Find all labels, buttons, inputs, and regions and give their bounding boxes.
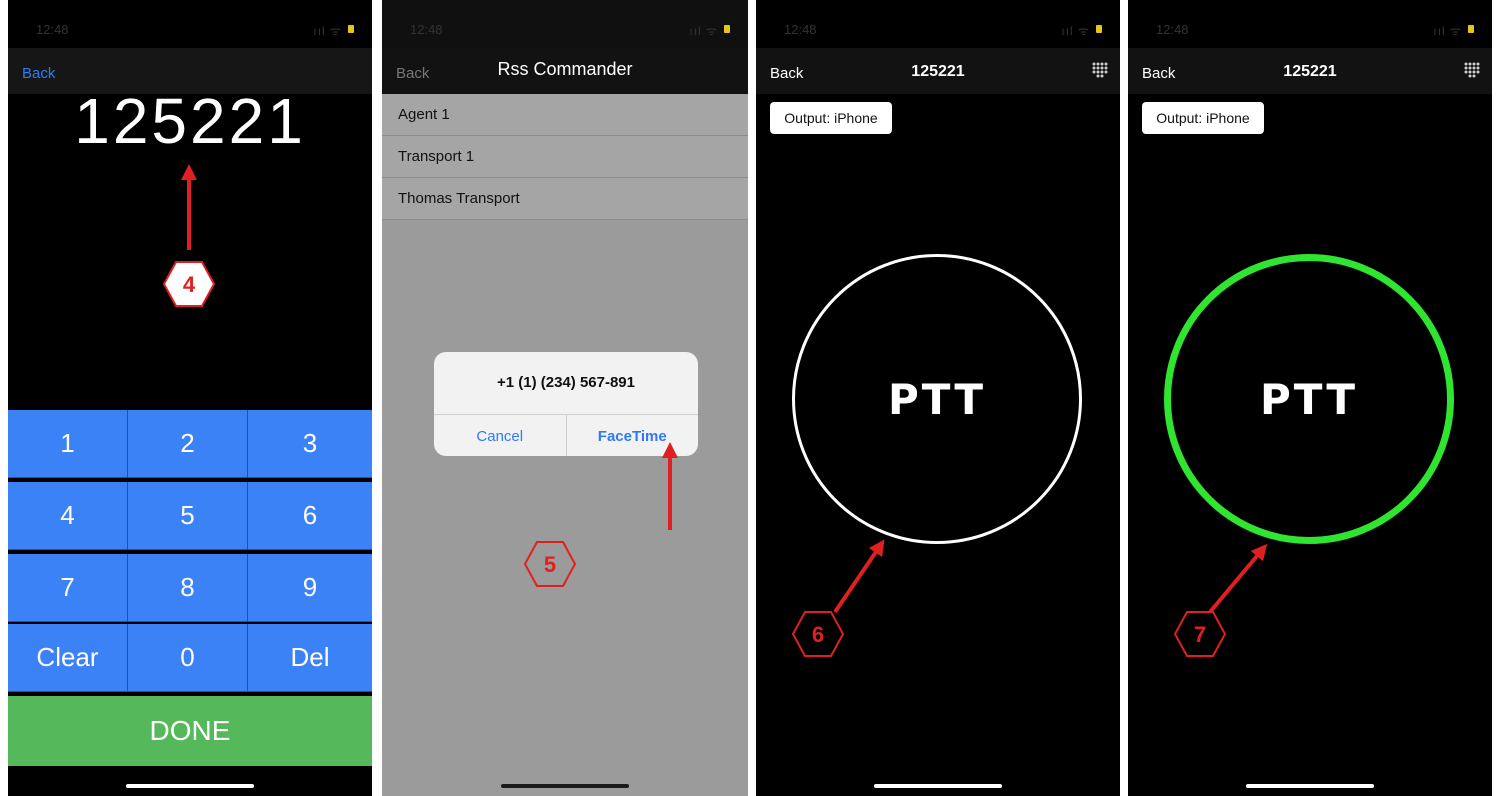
phone-screen-ptt-idle: 12:48 ııl ᯤ Back 125221 Output: iPhone P…: [756, 0, 1120, 796]
battery-icon: [1096, 25, 1102, 33]
dialog-phone-number: +1 (1) (234) 567-891: [496, 373, 635, 391]
signal-icon: ııl ᯤ: [1061, 24, 1090, 38]
status-bar: 12:48 ııl ᯤ: [1128, 0, 1492, 48]
clear-key[interactable]: Clear: [8, 624, 128, 692]
home-indicator: [1246, 784, 1374, 788]
key-8[interactable]: 8: [128, 554, 248, 622]
status-bar: 12:48 ııl ᯤ: [756, 0, 1120, 48]
keypad-icon[interactable]: [1092, 62, 1108, 80]
nav-bar: Back 125221: [756, 48, 1120, 94]
key-6[interactable]: 6: [248, 482, 372, 550]
status-bar: 12:48 ııl ᯤ: [8, 0, 372, 48]
status-time: 12:48: [784, 22, 817, 37]
status-time: 12:48: [410, 22, 443, 37]
key-3[interactable]: 3: [248, 410, 372, 478]
home-indicator: [126, 784, 254, 788]
key-4[interactable]: 4: [8, 482, 128, 550]
contact-list: Agent 1 Transport 1 Thomas Transport: [382, 94, 748, 220]
output-select-button[interactable]: Output: iPhone: [770, 102, 892, 134]
battery-icon: [1468, 25, 1474, 33]
key-5[interactable]: 5: [128, 482, 248, 550]
delete-key[interactable]: Del: [248, 624, 372, 692]
signal-icon: ııl ᯤ: [1433, 24, 1462, 38]
phone-screen-code-entry: 12:48 ııl ᯤ Back 125221 1 2 3 4 5 6 7 8 …: [8, 0, 372, 796]
home-indicator: [874, 784, 1002, 788]
nav-title: Rss Commander: [497, 59, 633, 79]
status-time: 12:48: [36, 22, 69, 37]
dialog-actions: Cancel FaceTime: [434, 414, 698, 456]
key-2[interactable]: 2: [128, 410, 248, 478]
battery-icon: [724, 25, 730, 33]
key-0[interactable]: 0: [128, 624, 248, 692]
code-display: 125221: [74, 85, 306, 157]
cancel-button[interactable]: Cancel: [434, 415, 566, 456]
status-bar: 12:48 ııl ᯤ: [382, 0, 748, 48]
phone-screen-ptt-active: 12:48 ııl ᯤ Back 125221 Output: iPhone P…: [1128, 0, 1492, 796]
battery-icon: [348, 25, 354, 33]
call-dialog: +1 (1) (234) 567-891 Cancel FaceTime: [434, 352, 698, 456]
signal-icon: ııl ᯤ: [689, 24, 718, 38]
contact-row[interactable]: Thomas Transport: [382, 178, 748, 220]
nav-bar: Back Rss Commander: [382, 48, 748, 94]
facetime-button[interactable]: FaceTime: [565, 415, 699, 456]
ptt-label: PTT: [1259, 374, 1359, 424]
nav-title: 125221: [1283, 63, 1337, 80]
status-time: 12:48: [1156, 22, 1189, 37]
keypad-icon[interactable]: [1464, 62, 1480, 80]
key-9[interactable]: 9: [248, 554, 372, 622]
key-7[interactable]: 7: [8, 554, 128, 622]
nav-title: 125221: [911, 63, 965, 80]
output-select-button[interactable]: Output: iPhone: [1142, 102, 1264, 134]
ptt-button[interactable]: PTT: [792, 254, 1082, 544]
done-button[interactable]: DONE: [8, 696, 372, 766]
home-indicator: [501, 784, 629, 788]
back-button[interactable]: Back: [22, 65, 55, 82]
phone-screen-contacts: 12:48 ııl ᯤ Back Rss Commander Agent 1 T…: [382, 0, 748, 796]
contact-row[interactable]: Agent 1: [382, 94, 748, 136]
ptt-button-active[interactable]: PTT: [1164, 254, 1454, 544]
signal-icon: ııl ᯤ: [313, 24, 342, 38]
nav-bar: Back 125221: [1128, 48, 1492, 94]
key-1[interactable]: 1: [8, 410, 128, 478]
ptt-label: PTT: [887, 374, 987, 424]
contact-row[interactable]: Transport 1: [382, 136, 748, 178]
